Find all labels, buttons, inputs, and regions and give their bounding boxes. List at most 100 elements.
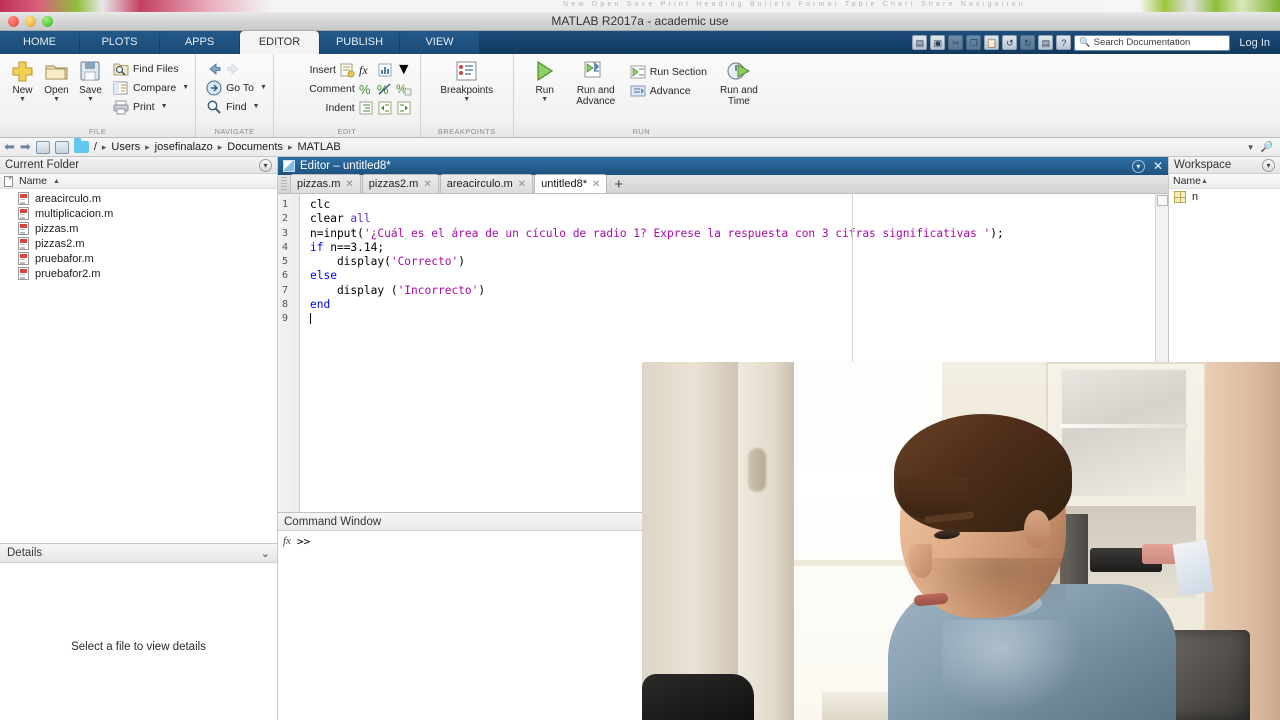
panel-menu-icon[interactable]: ▾ (1262, 158, 1275, 172)
list-item[interactable]: areacirculo.m (0, 191, 277, 206)
close-icon[interactable]: ✕ (518, 179, 526, 190)
indent-row[interactable]: Indent (299, 99, 412, 117)
chevron-down-icon[interactable]: ▼ (19, 96, 26, 103)
back-arrow-icon[interactable]: ⬅ (4, 139, 15, 155)
login-button[interactable]: Log In (1233, 37, 1276, 49)
smart-indent-icon[interactable] (358, 100, 374, 116)
panel-menu-icon[interactable]: ▾ (259, 158, 272, 172)
tab-label: pizzas.m (297, 178, 341, 190)
close-icon[interactable]: ✕ (592, 179, 600, 190)
find-button[interactable]: Find ▼ (206, 98, 267, 115)
navigate-arrows[interactable] (206, 60, 267, 77)
chevron-down-icon[interactable]: ▼ (541, 96, 548, 103)
chevron-down-icon[interactable]: ▼ (161, 103, 168, 110)
list-item[interactable]: pizzas2.m (0, 236, 277, 251)
tab-areacirculo-m[interactable]: areacirculo.m ✕ (439, 174, 534, 193)
close-icon[interactable]: ✕ (423, 179, 431, 190)
new-button[interactable]: New ▼ (6, 57, 39, 115)
forward-arrow-icon[interactable]: ➡ (20, 139, 31, 155)
paste-icon[interactable]: 📋 (984, 35, 1000, 50)
new-script-icon[interactable]: ▤ (912, 35, 928, 50)
run-section-button[interactable]: Run Section (630, 63, 707, 80)
search-documentation-input[interactable]: 🔍 Search Documentation (1074, 34, 1231, 51)
chevron-down-icon[interactable]: ▼ (53, 96, 60, 103)
list-item[interactable]: pruebafor.m (0, 251, 277, 266)
current-folder-column-header[interactable]: Name ▲ (0, 174, 277, 189)
tab-pizzas2-m[interactable]: pizzas2.m ✕ (361, 174, 439, 193)
chevron-down-icon[interactable]: ▼ (260, 84, 267, 91)
close-icon[interactable]: ✕ (345, 179, 353, 190)
browse-icon[interactable]: 🔎 (1261, 142, 1273, 153)
insert-icon[interactable] (339, 62, 355, 78)
details-title-bar[interactable]: Details ⌄ (0, 544, 277, 563)
go-to-button[interactable]: Go To ▼ (206, 79, 267, 96)
new-tab-button[interactable]: + (608, 176, 629, 193)
webcam-door-knob (748, 448, 766, 492)
refresh-icon[interactable] (54, 140, 69, 154)
list-item[interactable]: multiplicacion.m (0, 206, 277, 221)
chevron-down-icon[interactable]: ▼ (396, 61, 412, 79)
tab-plots[interactable]: PLOTS (80, 31, 159, 54)
copy-icon[interactable]: ❐ (966, 35, 982, 50)
breadcrumb-users[interactable]: Users (111, 141, 140, 153)
insert-row[interactable]: Insert fx ▼ (280, 61, 412, 79)
uncomment-icon[interactable]: % (377, 81, 393, 97)
chevron-down-icon[interactable]: ▼ (87, 96, 94, 103)
save-button-label: Save (79, 85, 102, 96)
list-item[interactable]: pizzas.m (0, 221, 277, 236)
breadcrumb-josefinalazo[interactable]: josefinalazo (155, 141, 213, 153)
breadcrumb-root[interactable]: / (94, 141, 97, 153)
chevron-down-icon[interactable]: ▼ (182, 84, 189, 91)
folder-icon (73, 138, 89, 153)
compare-button[interactable]: Compare ▼ (113, 79, 189, 96)
tab-pizzas-m[interactable]: pizzas.m ✕ (290, 174, 361, 193)
tab-publish[interactable]: PUBLISH (320, 31, 399, 54)
open-button[interactable]: Open ▼ (40, 57, 73, 115)
wrap-comment-icon[interactable]: % (396, 81, 412, 97)
layout-icon[interactable]: ▤ (1038, 35, 1054, 50)
tab-untitled8[interactable]: untitled8* ✕ (534, 174, 608, 193)
tab-view[interactable]: VIEW (400, 31, 479, 54)
forward-arrow-icon[interactable] (226, 61, 242, 77)
breadcrumb-documents[interactable]: Documents (227, 141, 283, 153)
workspace-column-header[interactable]: Name ▲ (1169, 174, 1280, 189)
run-button[interactable]: Run ▼ (524, 57, 566, 103)
scrollbar-indicator[interactable] (1157, 195, 1168, 206)
indent-right-icon[interactable] (377, 100, 393, 116)
sort-ascending-icon[interactable]: ▲ (1201, 178, 1208, 185)
panel-menu-icon[interactable]: ▾ (1131, 159, 1145, 173)
run-and-advance-button[interactable]: Run and Advance (566, 57, 626, 107)
breadcrumb-matlab[interactable]: MATLAB (297, 141, 340, 153)
find-files-button[interactable]: Find Files (113, 60, 189, 77)
comment-row[interactable]: Comment % % % (299, 80, 412, 98)
chevron-down-icon[interactable]: ▼ (463, 96, 470, 103)
table-row[interactable]: n (1169, 189, 1280, 205)
list-item[interactable]: pruebafor2.m (0, 266, 277, 281)
close-icon[interactable]: ✕ (1153, 160, 1163, 172)
chevron-down-icon[interactable]: ▼ (1247, 143, 1255, 152)
advance-button[interactable]: Advance (630, 82, 707, 99)
breakpoints-button[interactable]: Breakpoints ▼ (435, 57, 499, 103)
sort-ascending-icon[interactable]: ▲ (53, 178, 60, 185)
help-icon[interactable]: ? (1056, 35, 1072, 50)
tab-home[interactable]: HOME (0, 31, 79, 54)
tab-apps[interactable]: APPS (160, 31, 239, 54)
fx-icon[interactable]: fx (283, 535, 291, 547)
save-button[interactable]: Save ▼ (74, 57, 107, 115)
run-and-time-button[interactable]: Run and Time (715, 57, 763, 107)
insert-chart-icon[interactable] (377, 62, 393, 78)
up-folder-icon[interactable] (35, 140, 50, 154)
tab-editor[interactable]: EDITOR (240, 31, 319, 54)
insert-function-fx-icon[interactable]: fx (358, 62, 374, 78)
chevron-down-icon[interactable]: ▼ (253, 103, 260, 110)
cut-icon[interactable]: ✂ (948, 35, 964, 50)
tab-drag-handle[interactable] (281, 176, 287, 192)
indent-left-icon[interactable] (396, 100, 412, 116)
comment-percent-icon[interactable]: % (358, 81, 374, 97)
print-button[interactable]: Print ▼ (113, 98, 189, 115)
chevron-down-icon[interactable]: ⌄ (261, 547, 270, 560)
back-arrow-icon[interactable] (206, 61, 222, 77)
undo-icon[interactable]: ↺ (1002, 35, 1018, 50)
redo-icon[interactable]: ↻ (1020, 35, 1036, 50)
save-icon[interactable]: ▣ (930, 35, 946, 50)
